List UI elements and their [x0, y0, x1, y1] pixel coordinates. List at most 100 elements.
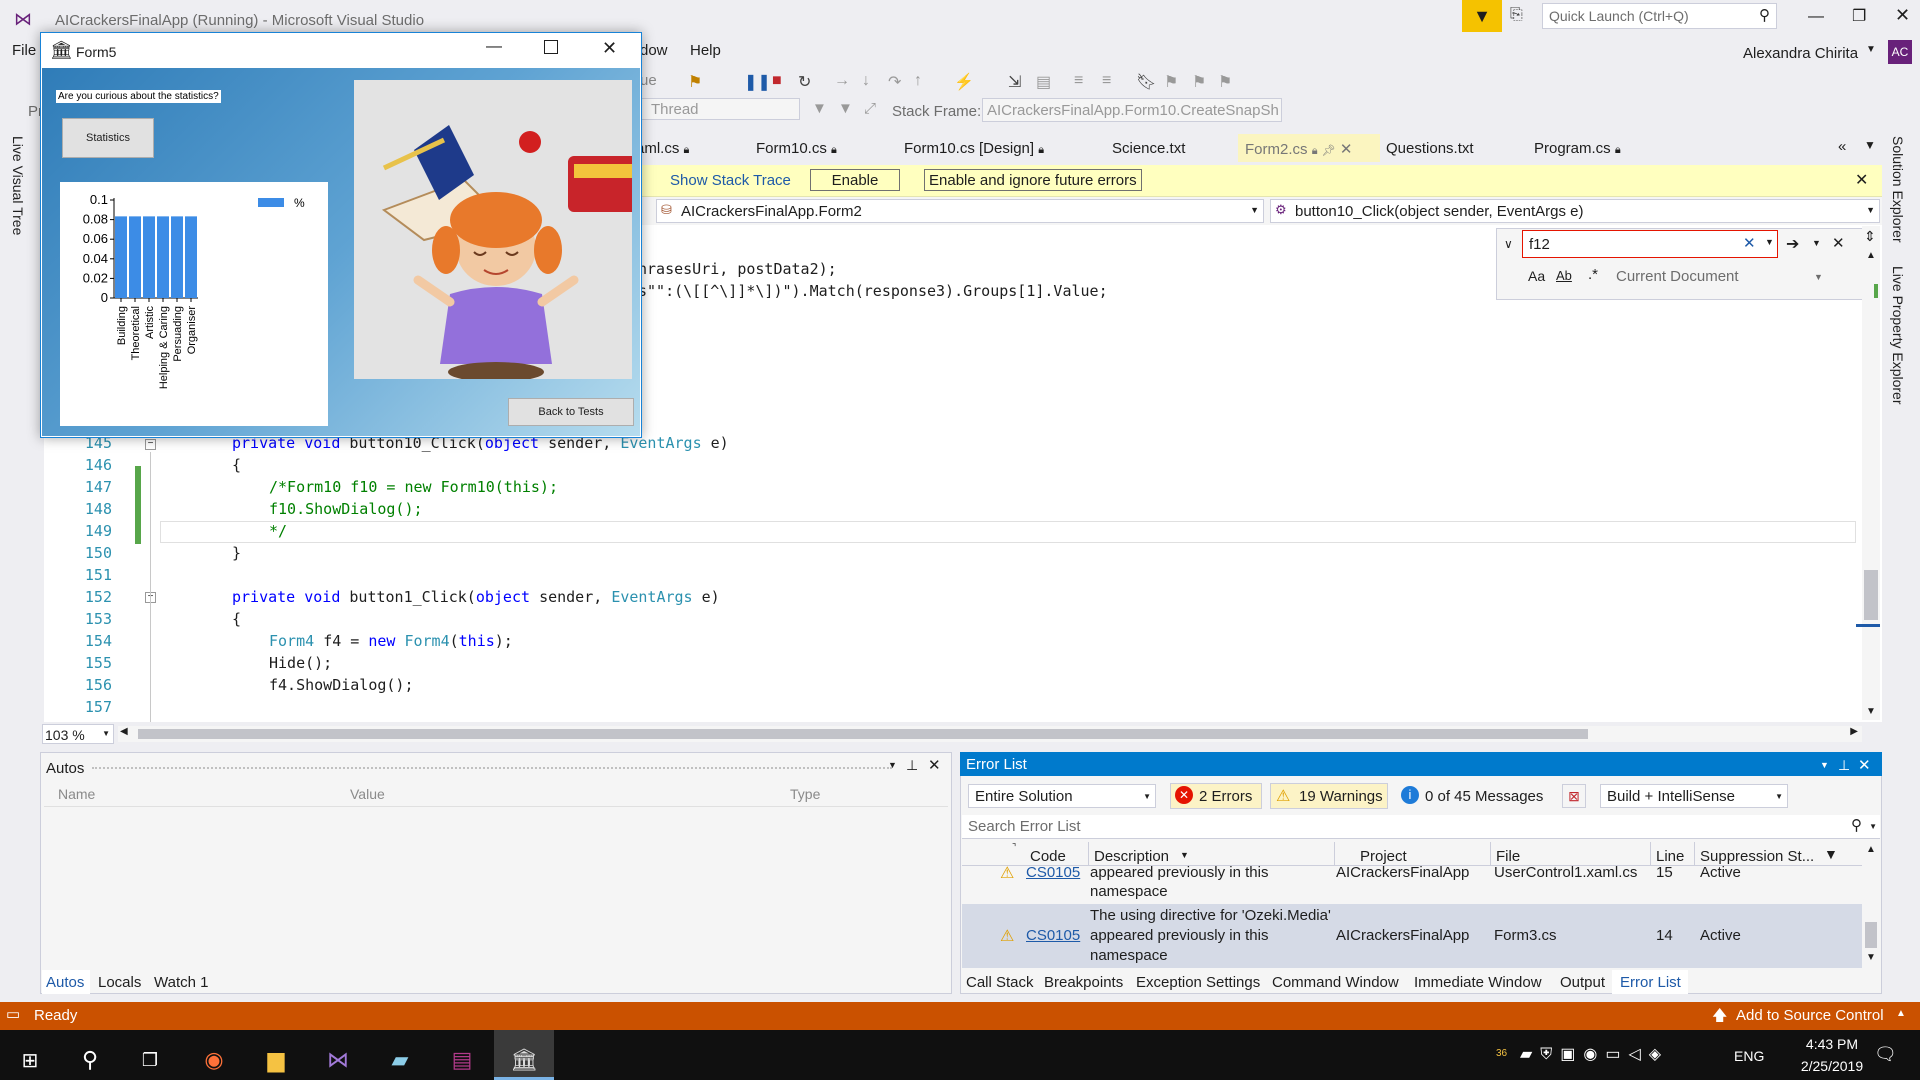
code-line[interactable]: f4.ShowDialog(); [269, 676, 414, 694]
close-button[interactable]: ✕ [1895, 5, 1910, 26]
solution-explorer-tab[interactable]: Solution Explorer [1890, 136, 1906, 243]
class-dropdown[interactable]: ⛁ AICrackersFinalApp.Form2 ▼ [656, 199, 1264, 223]
pin-icon[interactable]: ⊥ [1838, 757, 1850, 774]
minimize-button[interactable]: — [1808, 8, 1824, 26]
chevron-down-icon[interactable]: ▼ [1866, 44, 1876, 55]
whole-word-icon[interactable]: Ab [1556, 268, 1572, 283]
table-row[interactable]: ⚠ CS0105 The using directive for 'Ozeki.… [962, 904, 1862, 968]
table-row[interactable]: ⚠ CS0105 appeared previously in this nam… [962, 866, 1862, 902]
scroll-down-icon[interactable]: ▼ [1866, 952, 1876, 963]
pin-icon[interactable]: 📌︎ [1322, 145, 1336, 157]
tab-output[interactable]: Output [1560, 974, 1605, 991]
flag-threads-icon[interactable]: ▼ [838, 100, 853, 117]
form5-maximize-button[interactable] [544, 40, 558, 54]
scope-dropdown[interactable]: Entire Solution ▼ [968, 784, 1156, 808]
notification-flag-icon[interactable]: ▼ [1462, 0, 1502, 32]
tab-science-txt[interactable]: Science.txt [1112, 140, 1185, 157]
close-icon[interactable]: ✕ [1858, 756, 1871, 774]
col-suppression[interactable]: Suppression St... [1700, 848, 1814, 865]
winrar-icon[interactable]: ▤ [442, 1040, 482, 1080]
code-line[interactable]: /*Form10 f10 = new Form10(this); [269, 478, 558, 496]
warnings-filter-button[interactable]: ⚠ 19 Warnings [1270, 783, 1388, 809]
scroll-thumb[interactable] [1865, 922, 1877, 948]
match-case-icon[interactable]: Aa [1528, 268, 1545, 284]
split-icon[interactable]: ⇕ [1864, 228, 1876, 245]
tab-overflow-icon[interactable]: « [1838, 138, 1846, 155]
close-tab-icon[interactable]: ✕ [1340, 141, 1353, 158]
col-description[interactable]: Description [1094, 848, 1169, 865]
find-close-icon[interactable]: ✕ [1832, 234, 1845, 252]
prev-bookmark-icon[interactable]: ⚑ [1164, 72, 1178, 92]
clock-time[interactable]: 4:43 PM [1792, 1036, 1872, 1052]
regex-icon[interactable]: .* [1588, 266, 1598, 283]
error-search-box[interactable]: Search Error List ⚲ ▼ [962, 815, 1880, 839]
live-property-explorer-tab[interactable]: Live Property Explorer [1890, 266, 1906, 405]
col-project[interactable]: Project [1360, 848, 1407, 865]
notifications-icon[interactable]: 🗨︎ [1874, 1044, 1897, 1065]
indent-icon[interactable]: ≡ [1074, 72, 1083, 90]
hex-icon[interactable]: ⚡ [954, 72, 974, 92]
show-next-icon[interactable]: ⇲ [1008, 72, 1021, 92]
column-filter-icon[interactable]: ▼ [1824, 846, 1838, 862]
step-out-icon[interactable]: ↑ [914, 72, 922, 90]
find-next-icon[interactable]: ➔ [1786, 234, 1799, 254]
chevron-down-icon[interactable]: ▼ [1820, 760, 1829, 770]
hscroll-thumb[interactable] [138, 729, 1588, 739]
quick-launch-input[interactable]: Quick Launch (Ctrl+Q) [1549, 8, 1689, 24]
tab-exception-settings[interactable]: Exception Settings [1136, 974, 1260, 991]
stop-icon[interactable]: ■ [772, 72, 782, 90]
back-to-tests-button[interactable]: Back to Tests [508, 398, 634, 426]
messages-filter-button[interactable]: i 0 of 45 Messages [1396, 783, 1548, 809]
tab-autos[interactable]: Autos [46, 974, 84, 991]
find-expand-icon[interactable]: ∨ [1504, 237, 1513, 251]
scroll-thumb[interactable] [1864, 570, 1878, 620]
tab-breakpoints[interactable]: Breakpoints [1044, 974, 1123, 991]
show-stack-trace-link[interactable]: Show Stack Trace [670, 172, 791, 189]
quick-launch[interactable]: Quick Launch (Ctrl+Q) ⚲ [1542, 3, 1777, 29]
scroll-right-icon[interactable]: ▶ [1850, 726, 1858, 737]
zoom-dropdown[interactable]: 103 % ▼ [42, 724, 114, 744]
enable-ignore-button[interactable]: Enable and ignore future errors [924, 169, 1142, 191]
user-name[interactable]: Alexandra Chirita [1743, 45, 1858, 62]
bookmark-icon[interactable]: 🔖︎ [1136, 72, 1156, 92]
add-to-source-control[interactable]: Add to Source Control [1736, 1007, 1884, 1024]
code-line[interactable]: { [232, 456, 241, 474]
task-view-icon[interactable]: ❐ [130, 1040, 170, 1080]
visual-studio-icon[interactable]: ⋈ [318, 1040, 358, 1080]
outdent-icon[interactable]: ≡ [1102, 72, 1111, 90]
form5-close-button[interactable]: ✕ [602, 38, 617, 59]
restart-icon[interactable]: ↻ [798, 72, 811, 92]
method-dropdown[interactable]: ⚙ button10_Click(object sender, EventArg… [1270, 199, 1880, 223]
tab-aml-cs[interactable]: aml.cs 🔒︎ [636, 140, 689, 157]
tab-error-list[interactable]: Error List [1620, 974, 1681, 991]
tab-command-window[interactable]: Command Window [1272, 974, 1399, 991]
code-line[interactable]: } [232, 544, 241, 562]
find-scope[interactable]: Current Document [1616, 268, 1739, 285]
autos-col-name[interactable]: Name [58, 786, 95, 802]
tab-form10-design[interactable]: Form10.cs [Design] 🔒︎ [904, 140, 1044, 157]
enable-button[interactable]: Enable [810, 169, 900, 191]
close-icon[interactable]: ✕ [928, 756, 941, 774]
feedback-icon[interactable]: ⎘ [1510, 6, 1523, 24]
autos-col-value[interactable]: Value [350, 786, 385, 802]
row-code[interactable]: CS0105 [1026, 866, 1080, 881]
scroll-up-icon[interactable]: ▲ [1866, 250, 1876, 261]
process-icon[interactable]: ⚑ [688, 72, 702, 92]
clear-filter-icon[interactable]: ⊠ [1562, 784, 1586, 808]
code-line[interactable]: private void button1_Click(object sender… [232, 588, 720, 606]
chevron-up-icon[interactable]: ▲ [1896, 1008, 1906, 1019]
col-code[interactable]: Code [1030, 848, 1066, 865]
menu-file[interactable]: File [12, 42, 36, 59]
tab-questions-txt[interactable]: Questions.txt [1386, 140, 1474, 157]
pin-icon[interactable]: ⊥ [906, 757, 918, 774]
col-file[interactable]: File [1496, 848, 1520, 865]
statistics-button[interactable]: Statistics [62, 118, 154, 158]
vertical-scrollbar[interactable] [1862, 226, 1880, 720]
code-line[interactable]: { [232, 610, 241, 628]
windows-start-icon[interactable]: ⊞ [10, 1040, 50, 1080]
tab-program-cs[interactable]: Program.cs 🔒︎ [1534, 140, 1621, 157]
continue-label[interactable]: ue [640, 72, 657, 89]
tab-watch1[interactable]: Watch 1 [154, 974, 208, 991]
col-line[interactable]: Line [1656, 848, 1684, 865]
clear-bookmarks-icon[interactable]: ⚑ [1218, 72, 1232, 92]
